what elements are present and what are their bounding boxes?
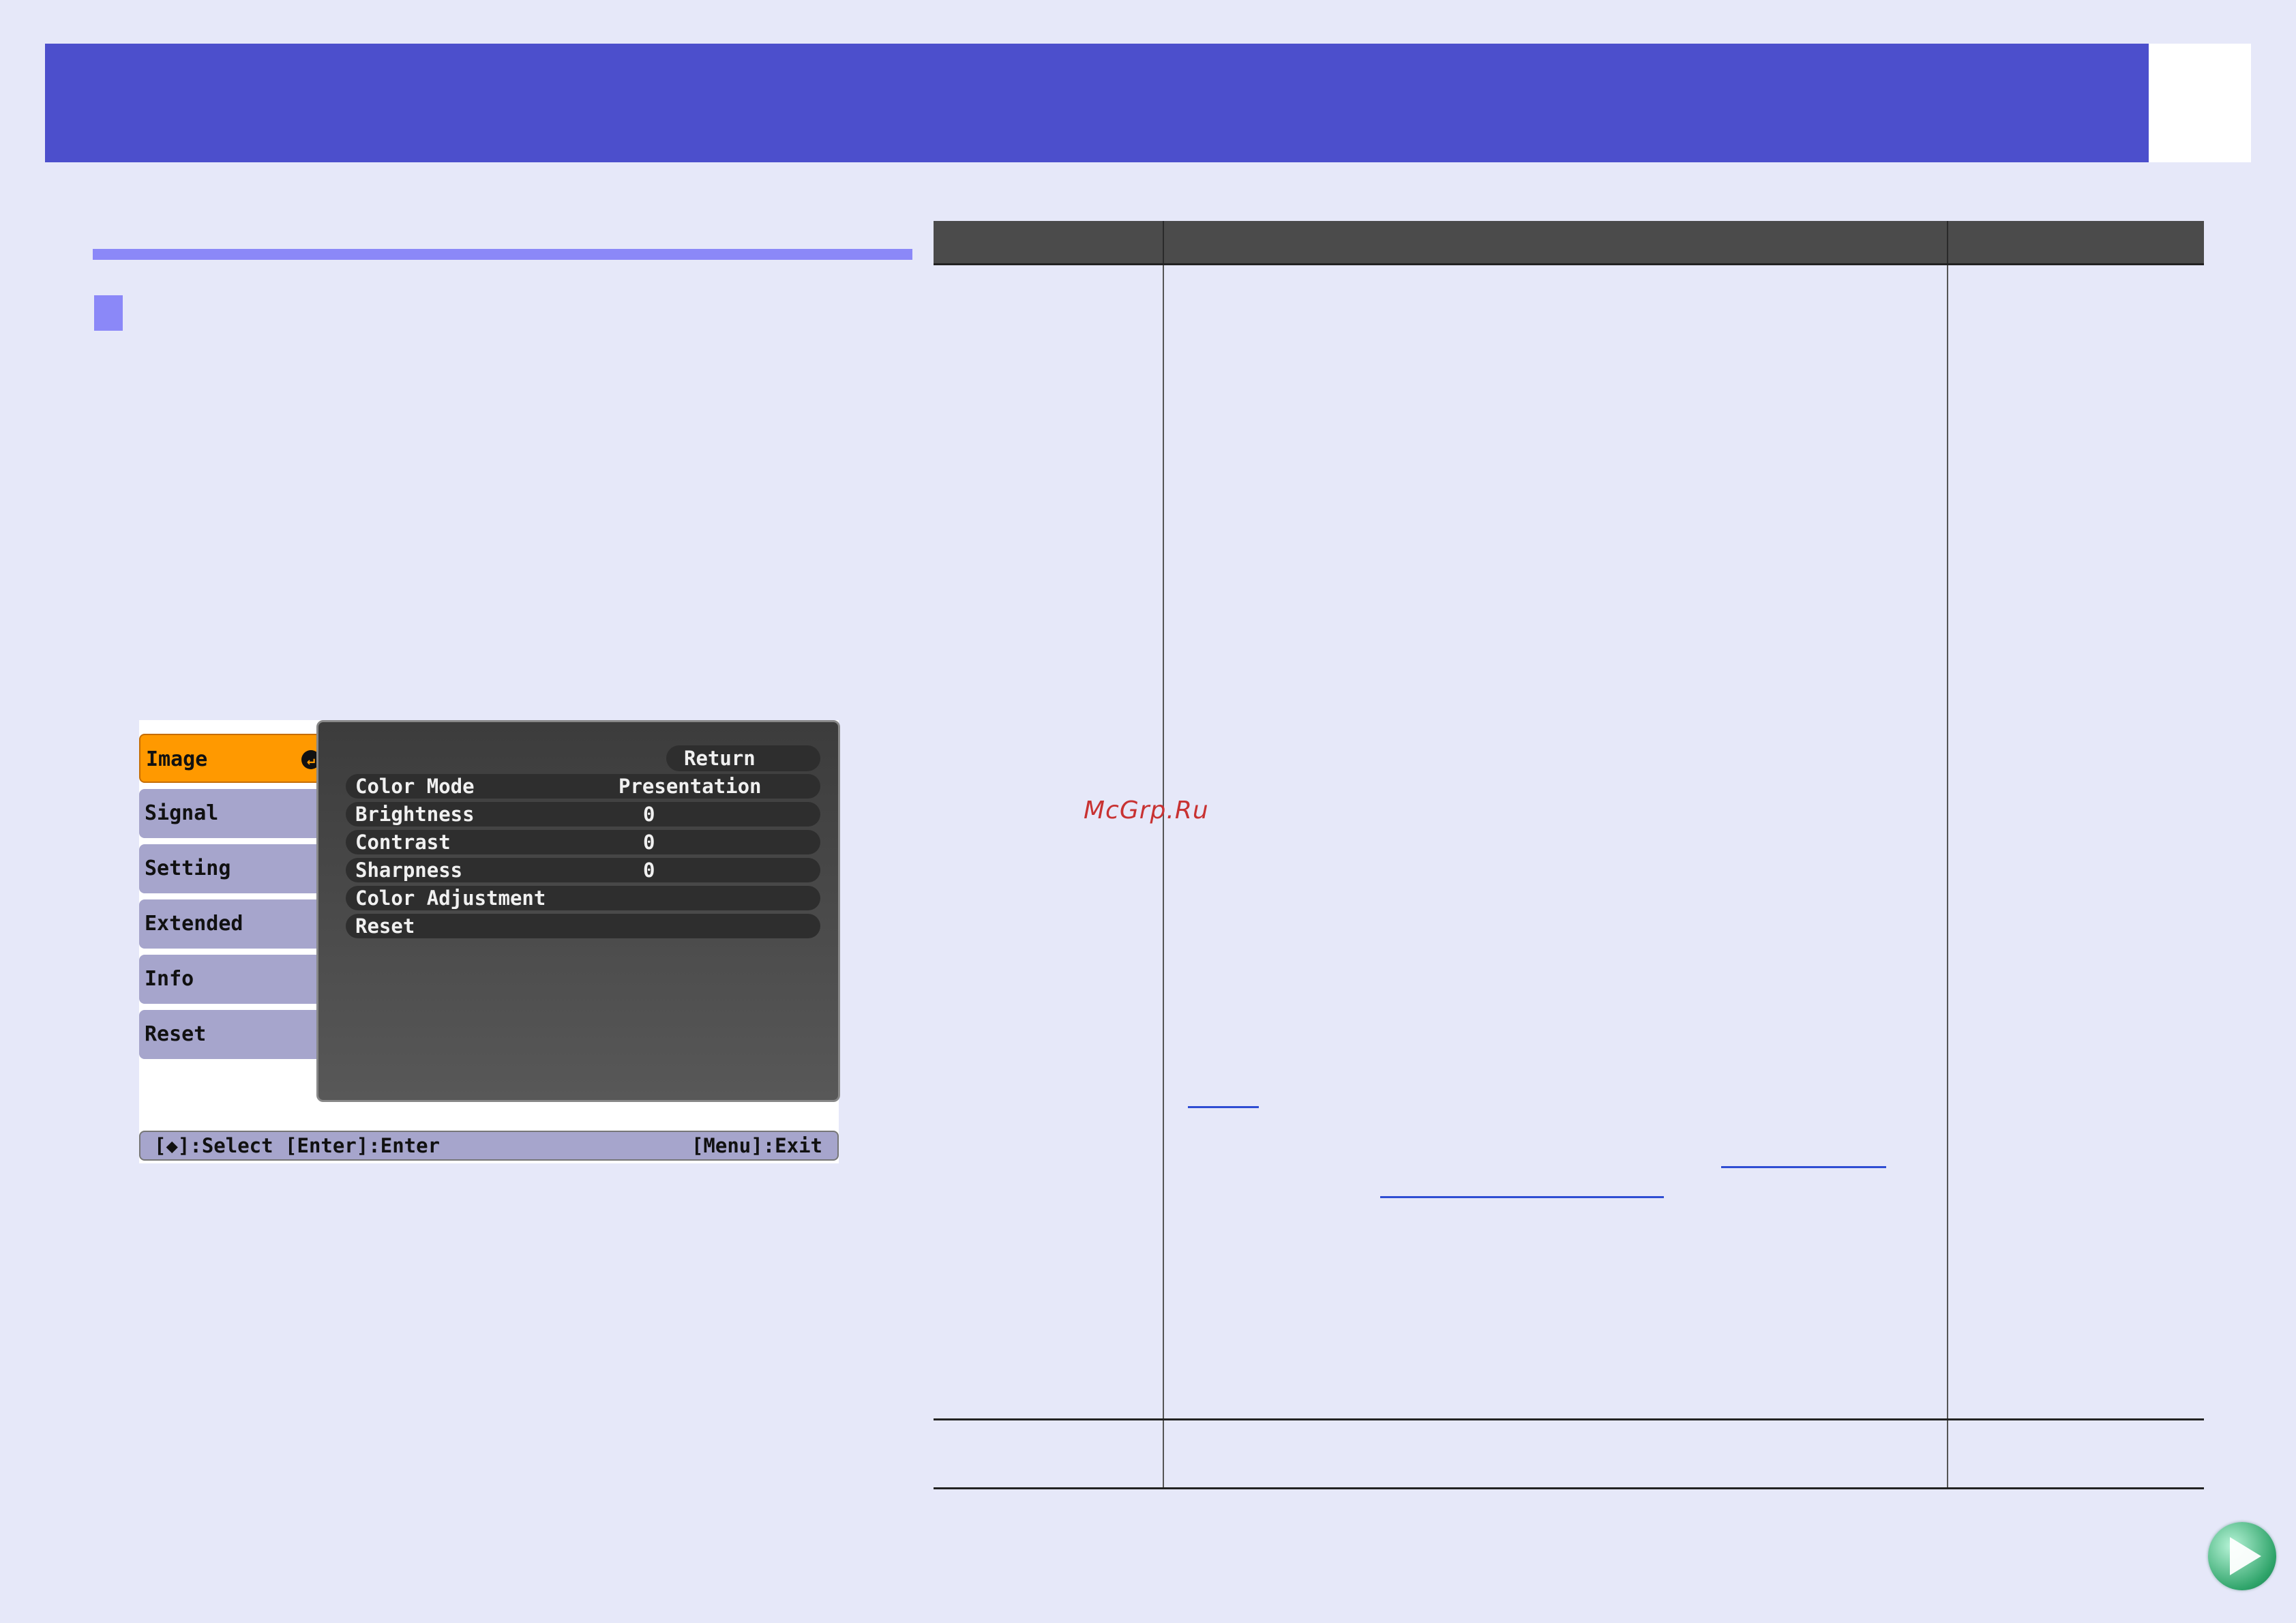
row-divider	[934, 263, 2204, 265]
section-rule	[93, 249, 912, 260]
link-underline[interactable]	[1188, 1106, 1259, 1108]
row-divider	[934, 1487, 2204, 1489]
nav-item-label: Signal	[145, 801, 219, 825]
next-page-arrow-icon[interactable]	[2208, 1522, 2276, 1590]
menu-row-label: Contrast	[355, 831, 451, 854]
menu-nav: Image ↵ Signal Setting Extended Info Res…	[139, 734, 329, 1065]
footer-exit-hint: [Menu]:Exit	[691, 1134, 822, 1157]
return-label: Return	[684, 747, 756, 770]
return-button[interactable]: Return	[666, 745, 820, 771]
nav-item-extended[interactable]: Extended	[139, 899, 329, 949]
menu-row-color-adjustment[interactable]: Color Adjustment	[346, 886, 820, 910]
nav-item-label: Info	[145, 967, 194, 991]
menu-row-brightness[interactable]: Brightness 0	[346, 802, 820, 827]
menu-row-reset[interactable]: Reset	[346, 914, 820, 938]
menu-row-label: Color Adjustment	[355, 887, 546, 910]
projector-osd-menu: Image ↵ Signal Setting Extended Info Res…	[139, 720, 840, 1163]
header-page-box	[2149, 44, 2251, 162]
menu-row-sharpness[interactable]: Sharpness 0	[346, 858, 820, 882]
nav-item-image[interactable]: Image ↵	[139, 734, 329, 783]
header-separator	[1163, 221, 1164, 263]
menu-panel: Return Color Mode Presentation Brightnes…	[316, 720, 840, 1102]
menu-row-value: 0	[643, 831, 655, 854]
nav-item-label: Setting	[145, 857, 231, 880]
menu-row-contrast[interactable]: Contrast 0	[346, 830, 820, 854]
settings-table	[934, 221, 2204, 1489]
column-divider	[1947, 263, 1948, 1489]
nav-item-label: Image	[146, 747, 208, 771]
footer-select-hint: [◆]:Select [Enter]:Enter	[154, 1134, 441, 1157]
menu-row-label: Color Mode	[355, 775, 475, 798]
watermark: McGrp.Ru	[1084, 796, 1209, 824]
nav-item-setting[interactable]: Setting	[139, 844, 329, 893]
nav-item-reset[interactable]: Reset	[139, 1010, 329, 1059]
menu-row-label: Reset	[355, 914, 415, 938]
menu-row-label: Sharpness	[355, 859, 463, 882]
table-header	[934, 221, 2204, 263]
menu-row-value: 0	[643, 803, 655, 826]
column-divider	[1163, 263, 1164, 1489]
link-underline[interactable]	[1721, 1166, 1886, 1168]
menu-row-value: Presentation	[618, 775, 762, 798]
nav-item-info[interactable]: Info	[139, 955, 329, 1004]
menu-row-value: 0	[643, 859, 655, 882]
header-bar	[45, 44, 2149, 162]
header-separator	[1947, 221, 1948, 263]
link-underline[interactable]	[1380, 1196, 1664, 1198]
nav-item-label: Reset	[145, 1022, 207, 1046]
menu-row-label: Brightness	[355, 803, 475, 826]
nav-item-signal[interactable]: Signal	[139, 789, 329, 838]
menu-footer: [◆]:Select [Enter]:Enter [Menu]:Exit	[139, 1131, 839, 1161]
row-divider	[934, 1418, 2204, 1420]
menu-row-color-mode[interactable]: Color Mode Presentation	[346, 774, 820, 799]
section-marker	[94, 295, 123, 331]
nav-item-label: Extended	[145, 912, 243, 936]
